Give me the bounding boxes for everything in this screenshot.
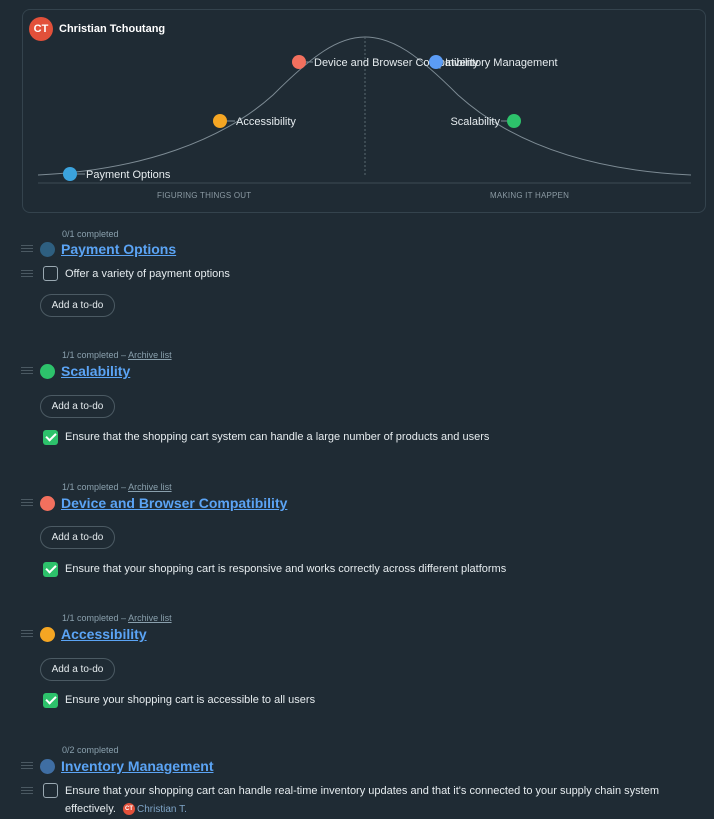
point-label: Inventory Management [445,57,558,69]
drag-handle-icon[interactable] [21,762,33,769]
hill-point-accessibility[interactable]: Accessibility [213,114,296,128]
assignee-avatar: CT [123,803,136,816]
point-label: Accessibility [236,116,296,128]
phase-label-left: FIGURING THINGS OUT [157,191,252,200]
point-marker [213,114,227,128]
archive-list-link[interactable]: Archive list [128,350,172,360]
todo-text[interactable]: Ensure that your shopping cart is respon… [65,560,665,578]
point-marker [63,167,77,181]
list-color-dot [40,759,55,774]
todo-checkbox[interactable] [43,783,58,798]
list-status: 0/2 completed [62,745,119,755]
hill-chart-card: CT Christian Tchoutang Payment Options A… [22,9,706,213]
add-todo-button[interactable]: Add a to-do [40,294,115,317]
list-status: 1/1 completed – Archive list [62,613,172,623]
list-color-dot [40,364,55,379]
list-color-dot [40,496,55,511]
hill-point-inventory[interactable]: Inventory Management [429,55,558,69]
assignee-name[interactable]: Christian T. [137,804,187,815]
todo-checkbox[interactable] [43,562,58,577]
todo-item[interactable]: Ensure that your shopping cart can handl… [65,782,665,819]
list-status: 0/1 completed [62,229,119,239]
hill-point-scalability[interactable]: Scalability [450,114,521,128]
list-title[interactable]: Inventory Management [61,758,213,774]
hill-point-payment-options[interactable]: Payment Options [63,167,171,181]
list-color-dot [40,242,55,257]
add-todo-button[interactable]: Add a to-do [40,658,115,681]
drag-handle-icon[interactable] [21,270,33,277]
phase-label-right: MAKING IT HAPPEN [490,191,570,200]
drag-handle-icon[interactable] [21,630,33,637]
drag-handle-icon[interactable] [21,499,33,506]
list-title[interactable]: Device and Browser Compatibility [61,495,287,511]
todo-text[interactable]: Offer a variety of payment options [65,265,665,283]
list-title[interactable]: Payment Options [61,241,176,257]
list-color-dot [40,627,55,642]
todo-text[interactable]: Ensure that the shopping cart system can… [65,428,665,446]
hill-chart: Payment Options Accessibility Device and… [37,36,692,184]
add-todo-button[interactable]: Add a to-do [40,395,115,418]
list-title[interactable]: Accessibility [61,626,147,642]
todo-checkbox[interactable] [43,266,58,281]
todo-text[interactable]: Ensure your shopping cart is accessible … [65,691,665,709]
drag-handle-icon[interactable] [21,787,33,794]
archive-list-link[interactable]: Archive list [128,613,172,623]
point-label: Payment Options [86,169,171,181]
point-marker [429,55,443,69]
todo-checkbox[interactable] [43,693,58,708]
list-title[interactable]: Scalability [61,363,130,379]
add-todo-button[interactable]: Add a to-do [40,526,115,549]
drag-handle-icon[interactable] [21,245,33,252]
list-status: 1/1 completed – Archive list [62,350,172,360]
todo-checkbox[interactable] [43,430,58,445]
archive-list-link[interactable]: Archive list [128,482,172,492]
point-marker [292,55,306,69]
drag-handle-icon[interactable] [21,367,33,374]
point-label: Scalability [450,116,500,128]
point-marker [507,114,521,128]
list-status: 1/1 completed – Archive list [62,482,172,492]
